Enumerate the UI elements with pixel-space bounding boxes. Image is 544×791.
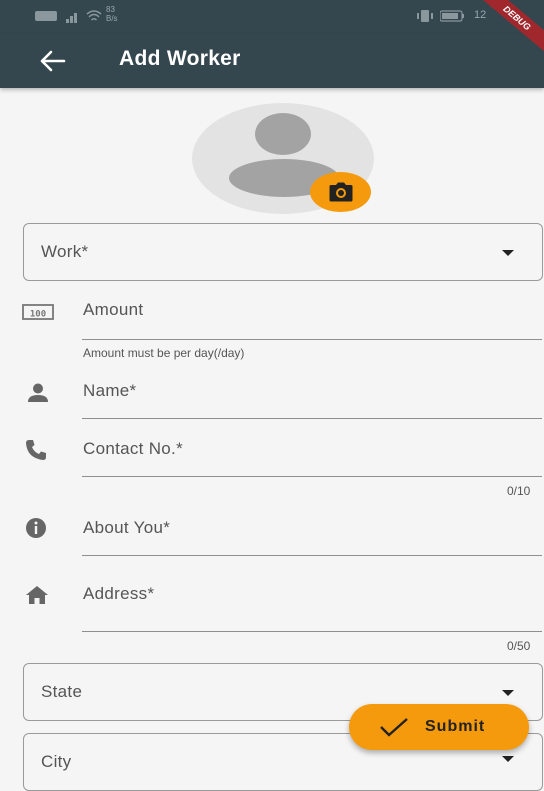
about-field[interactable]: About You*	[0, 515, 544, 559]
contact-char-counter: 0/10	[507, 484, 531, 498]
amount-field[interactable]: 100 Amount Amount must be per day(/day)	[0, 296, 544, 366]
city-dropdown-label: City	[41, 752, 72, 771]
dropdown-arrow-icon	[502, 690, 514, 696]
status-bar: 83 B/s 12	[0, 0, 544, 33]
signal-icon	[66, 11, 82, 26]
app-bar: Add Worker	[0, 33, 544, 88]
contact-field[interactable]: Contact No.* 0/10	[0, 436, 544, 498]
address-label: Address*	[83, 584, 155, 603]
submit-button[interactable]: Submit	[349, 704, 529, 750]
home-icon	[25, 585, 49, 610]
address-underline	[82, 631, 542, 632]
about-label: About You*	[83, 518, 171, 537]
work-dropdown-label: Work*	[41, 242, 89, 261]
name-field[interactable]: Name*	[0, 378, 544, 422]
battery-icon	[439, 10, 466, 25]
about-underline	[82, 555, 542, 556]
state-dropdown-label: State	[41, 682, 83, 701]
svg-text:100: 100	[30, 310, 46, 320]
name-underline	[82, 418, 542, 419]
back-button[interactable]	[36, 45, 70, 77]
address-char-counter: 0/50	[507, 639, 531, 653]
clock-text: 12	[474, 9, 487, 21]
amount-label: Amount	[83, 300, 144, 319]
arrow-back-icon	[36, 50, 70, 81]
contact-label: Contact No.*	[83, 439, 183, 458]
info-icon	[25, 517, 47, 544]
submit-button-label: Submit	[425, 718, 486, 735]
dropdown-arrow-icon	[502, 756, 514, 762]
money-icon: 100	[22, 303, 54, 326]
amount-helper-text: Amount must be per day(/day)	[83, 346, 245, 360]
network-icon	[35, 10, 57, 25]
phone-icon	[25, 439, 47, 466]
wifi-icon	[86, 9, 102, 26]
dropdown-arrow-icon	[502, 250, 514, 256]
work-dropdown[interactable]: Work*	[23, 223, 543, 281]
amount-underline	[82, 339, 542, 340]
contact-underline	[82, 476, 542, 477]
person-icon	[27, 383, 49, 408]
data-speed: 83 B/s	[106, 5, 118, 23]
vibrate-icon	[416, 10, 434, 25]
name-label: Name*	[83, 381, 137, 400]
camera-icon	[329, 182, 353, 207]
address-field[interactable]: Address* 0/50	[0, 583, 544, 655]
person-head-shape	[255, 113, 311, 155]
page-title: Add Worker	[119, 47, 241, 70]
change-photo-button[interactable]	[310, 172, 371, 212]
check-icon	[379, 717, 409, 742]
